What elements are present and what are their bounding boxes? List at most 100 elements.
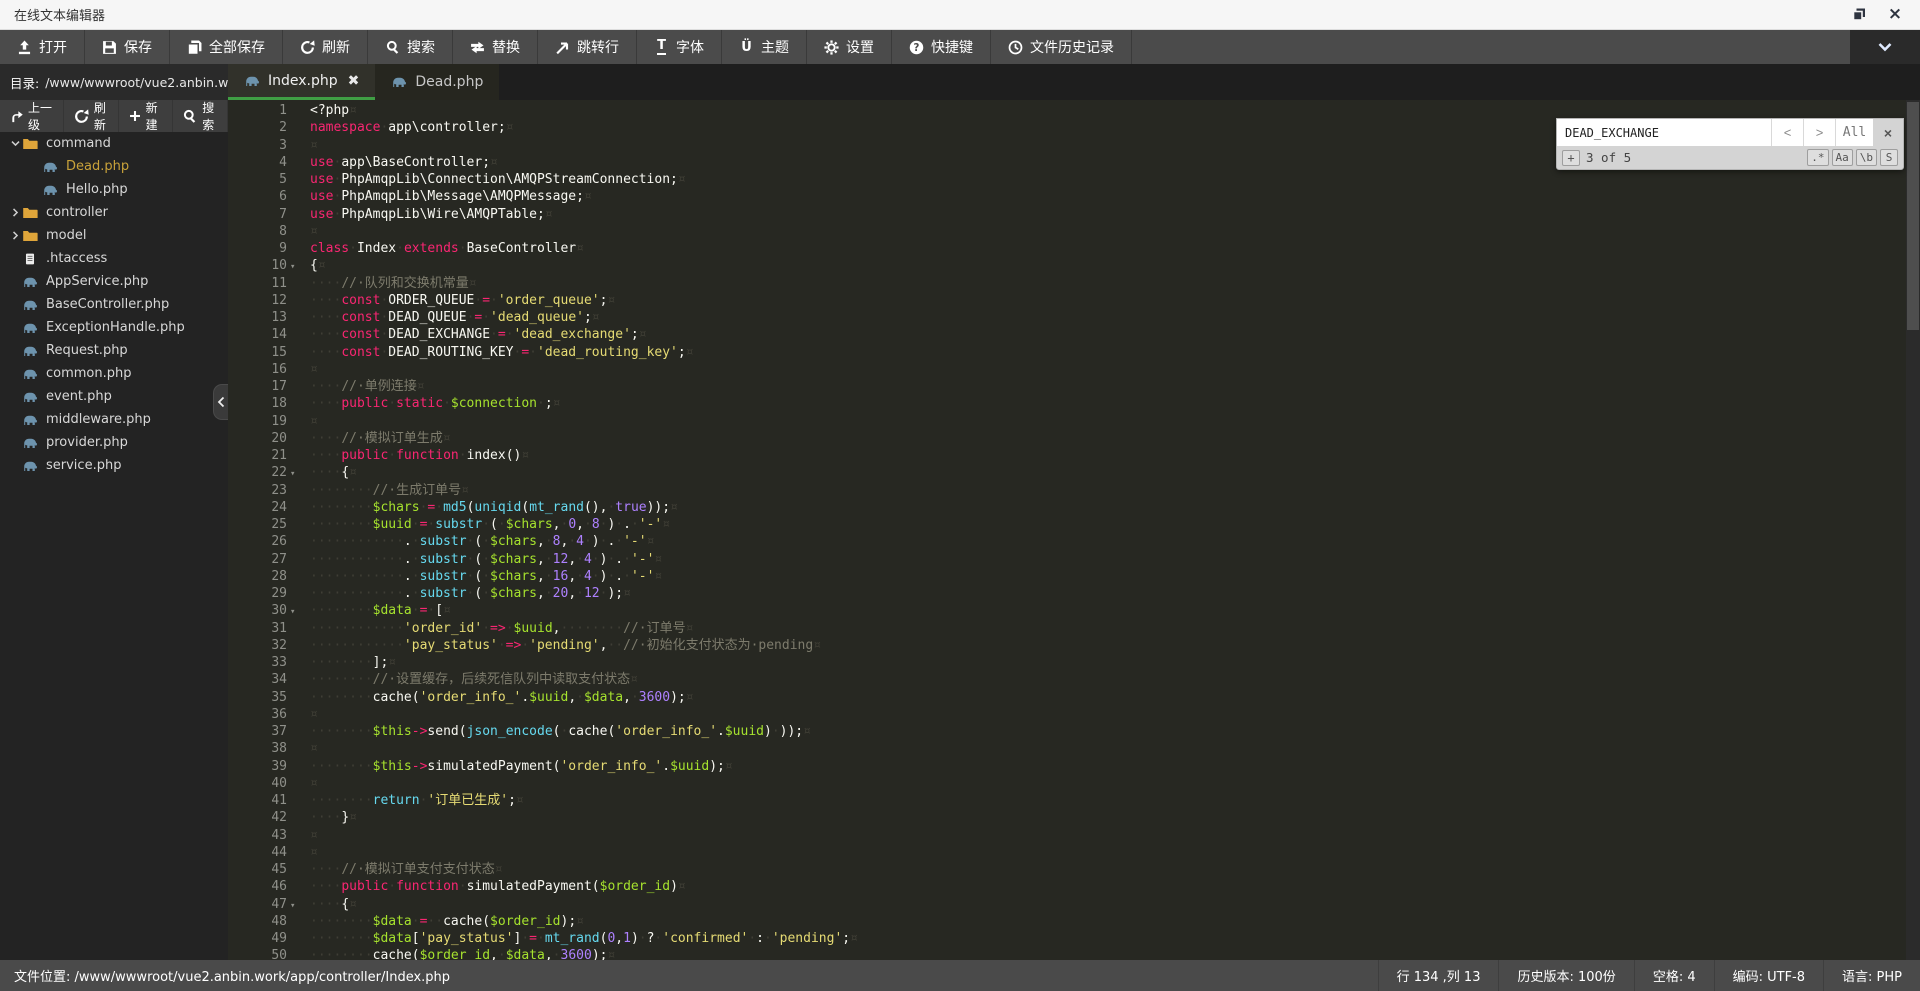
tab-Dead.php[interactable]: Dead.php [375, 64, 500, 100]
code-editor[interactable]: 1 2 3 4 5 6 7 8 9 10 ▾ 11 12 13 14 15 16 17 18 19 20 21 22 ▾ 23 2… [228, 100, 1920, 960]
search-all-button[interactable]: All [1835, 119, 1873, 146]
code-line-35[interactable]: ········cache('order_info_'.$uuid,·$data… [310, 689, 1906, 706]
tree-item-provider.php[interactable]: provider.php [0, 431, 228, 454]
tree-item-BaseController.php[interactable]: BaseController.php [0, 293, 228, 316]
toolbar-button-goto-line[interactable]: 跳转行 [538, 30, 637, 64]
status-spaces[interactable]: 空格: 4 [1633, 960, 1714, 991]
code-line-15[interactable]: ····const·DEAD_ROUTING_KEY·=·'dead_routi… [310, 344, 1906, 361]
tree-item-.htaccess[interactable]: .htaccess [0, 247, 228, 270]
code-line-23[interactable]: ········//·生成订单号¤ [310, 482, 1906, 499]
code-line-21[interactable]: ····public·function·index()¤ [310, 447, 1906, 464]
code-line-24[interactable]: ········$chars·=·md5(uniqid(mt_rand(),·t… [310, 499, 1906, 516]
tree-item-Request.php[interactable]: Request.php [0, 339, 228, 362]
search-toggle-case[interactable]: Aa [1831, 149, 1853, 166]
code-line-41[interactable]: ········return·'订单已生成';¤ [310, 792, 1906, 809]
toolbar-button-refresh[interactable]: 刷新 [283, 30, 368, 64]
code-line-19[interactable]: ¤ [310, 413, 1906, 430]
tree-item-model[interactable]: model [0, 224, 228, 247]
toolbar-button-theme[interactable]: Ü 主题 [722, 30, 807, 64]
code-line-10[interactable]: {¤ [310, 257, 1906, 274]
toolbar-button-shortcuts[interactable]: ? 快捷键 [892, 30, 991, 64]
tab-Index.php[interactable]: Index.php ✖ [228, 64, 376, 100]
chevron-down-icon[interactable] [8, 137, 22, 151]
code-line-40[interactable]: ¤ [310, 775, 1906, 792]
code-line-7[interactable]: use·PhpAmqpLib\Wire\AMQPTable;¤ [310, 206, 1906, 223]
window-close-button[interactable]: × [1886, 6, 1904, 24]
fold-caret-icon[interactable]: ▾ [287, 604, 300, 621]
code-line-46[interactable]: ····public·function·simulatedPayment($or… [310, 878, 1906, 895]
search-add-button[interactable]: + [1562, 149, 1580, 166]
code-line-37[interactable]: ········$this->send(json_encode(·cache('… [310, 723, 1906, 740]
code-line-5[interactable]: use·PhpAmqpLib\Connection\AMQPStreamConn… [310, 171, 1906, 188]
code-line-9[interactable]: class·Index·extends·BaseController¤ [310, 240, 1906, 257]
search-toggle-regex[interactable]: .* [1807, 149, 1829, 166]
status-language[interactable]: 语言: PHP [1823, 960, 1920, 991]
tree-item-command[interactable]: command [0, 132, 228, 155]
code-line-48[interactable]: ········$data·=··cache($order_id);¤ [310, 913, 1906, 930]
fold-caret-icon[interactable]: ▾ [287, 466, 300, 483]
toolbar-button-save[interactable]: 保存 [85, 30, 170, 64]
explorer-action-up-level[interactable]: 上一级 [0, 100, 64, 132]
code-line-39[interactable]: ········$this->simulatedPayment('order_i… [310, 758, 1906, 775]
toolbar-button-font[interactable]: T 字体 [637, 30, 722, 64]
tree-item-service.php[interactable]: service.php [0, 454, 228, 477]
tree-item-middleware.php[interactable]: middleware.php [0, 408, 228, 431]
explorer-action-refresh[interactable]: 刷新 [64, 100, 119, 132]
tree-item-Hello.php[interactable]: Hello.php [0, 178, 228, 201]
code-line-28[interactable]: ············.·substr·(·$chars,·16,·4·)·.… [310, 568, 1906, 585]
code-line-49[interactable]: ········$data['pay_status']·=·mt_rand(0,… [310, 930, 1906, 947]
tree-item-event.php[interactable]: event.php [0, 385, 228, 408]
code-line-32[interactable]: ············'pay_status'·=>·'pending',··… [310, 637, 1906, 654]
search-toggle-selection[interactable]: S [1880, 149, 1898, 166]
code-line-34[interactable]: ········//·设置缓存，后续死信队列中读取支付状态¤ [310, 671, 1906, 688]
tree-item-AppService.php[interactable]: AppService.php [0, 270, 228, 293]
search-prev-button[interactable]: < [1771, 119, 1803, 146]
code-line-43[interactable]: ¤ [310, 827, 1906, 844]
code-line-12[interactable]: ····const·ORDER_QUEUE·=·'order_queue';¤ [310, 292, 1906, 309]
code-line-42[interactable]: ····}¤ [310, 809, 1906, 826]
toolbar-button-save-all[interactable]: 全部保存 [170, 30, 283, 64]
code-line-44[interactable]: ¤ [310, 844, 1906, 861]
fold-caret-icon[interactable]: ▾ [287, 259, 300, 276]
code-line-22[interactable]: ····{¤ [310, 464, 1906, 481]
window-restore-button[interactable] [1850, 6, 1868, 24]
code-line-11[interactable]: ····//·队列和交换机常量¤ [310, 275, 1906, 292]
code-line-18[interactable]: ····public·static·$connection·;¤ [310, 395, 1906, 412]
tree-item-common.php[interactable]: common.php [0, 362, 228, 385]
code-line-47[interactable]: ····{¤ [310, 896, 1906, 913]
status-history-versions[interactable]: 历史版本: 100份 [1498, 960, 1633, 991]
code-line-8[interactable]: ¤ [310, 223, 1906, 240]
toolbar-button-replace[interactable]: 替换 [453, 30, 538, 64]
editor-scrollbar[interactable] [1906, 100, 1920, 960]
code-line-33[interactable]: ········];¤ [310, 654, 1906, 671]
status-encoding[interactable]: 编码: UTF-8 [1713, 960, 1823, 991]
tab-close-icon[interactable]: ✖ [348, 73, 360, 89]
code-line-30[interactable]: ········$data·=·[¤ [310, 602, 1906, 619]
code-line-16[interactable]: ¤ [310, 361, 1906, 378]
tree-item-controller[interactable]: controller [0, 201, 228, 224]
tree-item-Dead.php[interactable]: Dead.php [0, 155, 228, 178]
chevron-right-icon[interactable] [8, 206, 22, 220]
code-line-38[interactable]: ¤ [310, 740, 1906, 757]
chevron-right-icon[interactable] [8, 229, 22, 243]
toolbar-button-search[interactable]: 搜索 [368, 30, 453, 64]
code-line-31[interactable]: ············'order_id'·=>·$uuid,········… [310, 620, 1906, 637]
code-line-20[interactable]: ····//·模拟订单生成¤ [310, 430, 1906, 447]
toolbar-button-settings[interactable]: 设置 [807, 30, 892, 64]
code-line-50[interactable]: ········cache($order_id,·$data,·3600);¤ [310, 947, 1906, 960]
code-line-29[interactable]: ············.·substr·(·$chars,·20,·12·);… [310, 585, 1906, 602]
toolbar-collapse-button[interactable] [1850, 30, 1920, 64]
search-close-button[interactable]: × [1873, 119, 1903, 146]
code-line-27[interactable]: ············.·substr·(·$chars,·12,·4·)·.… [310, 551, 1906, 568]
explorer-action-new[interactable]: 新建 [119, 100, 174, 132]
code-line-6[interactable]: use·PhpAmqpLib\Message\AMQPMessage;¤ [310, 188, 1906, 205]
code-line-45[interactable]: ····//·模拟订单支付支付状态¤ [310, 861, 1906, 878]
code-line-36[interactable]: ¤ [310, 706, 1906, 723]
sidebar-collapse-handle[interactable] [213, 384, 228, 420]
code-line-14[interactable]: ····const·DEAD_EXCHANGE·=·'dead_exchange… [310, 326, 1906, 343]
toolbar-button-file-history[interactable]: 文件历史记录 [991, 30, 1132, 64]
code-line-25[interactable]: ········$uuid·=·substr·(·$chars,·0,·8·)·… [310, 516, 1906, 533]
editor-scrollbar-thumb[interactable] [1907, 102, 1919, 330]
code-line-13[interactable]: ····const·DEAD_QUEUE·=·'dead_queue';¤ [310, 309, 1906, 326]
code-line-1[interactable]: <?php¤ [310, 102, 1906, 119]
